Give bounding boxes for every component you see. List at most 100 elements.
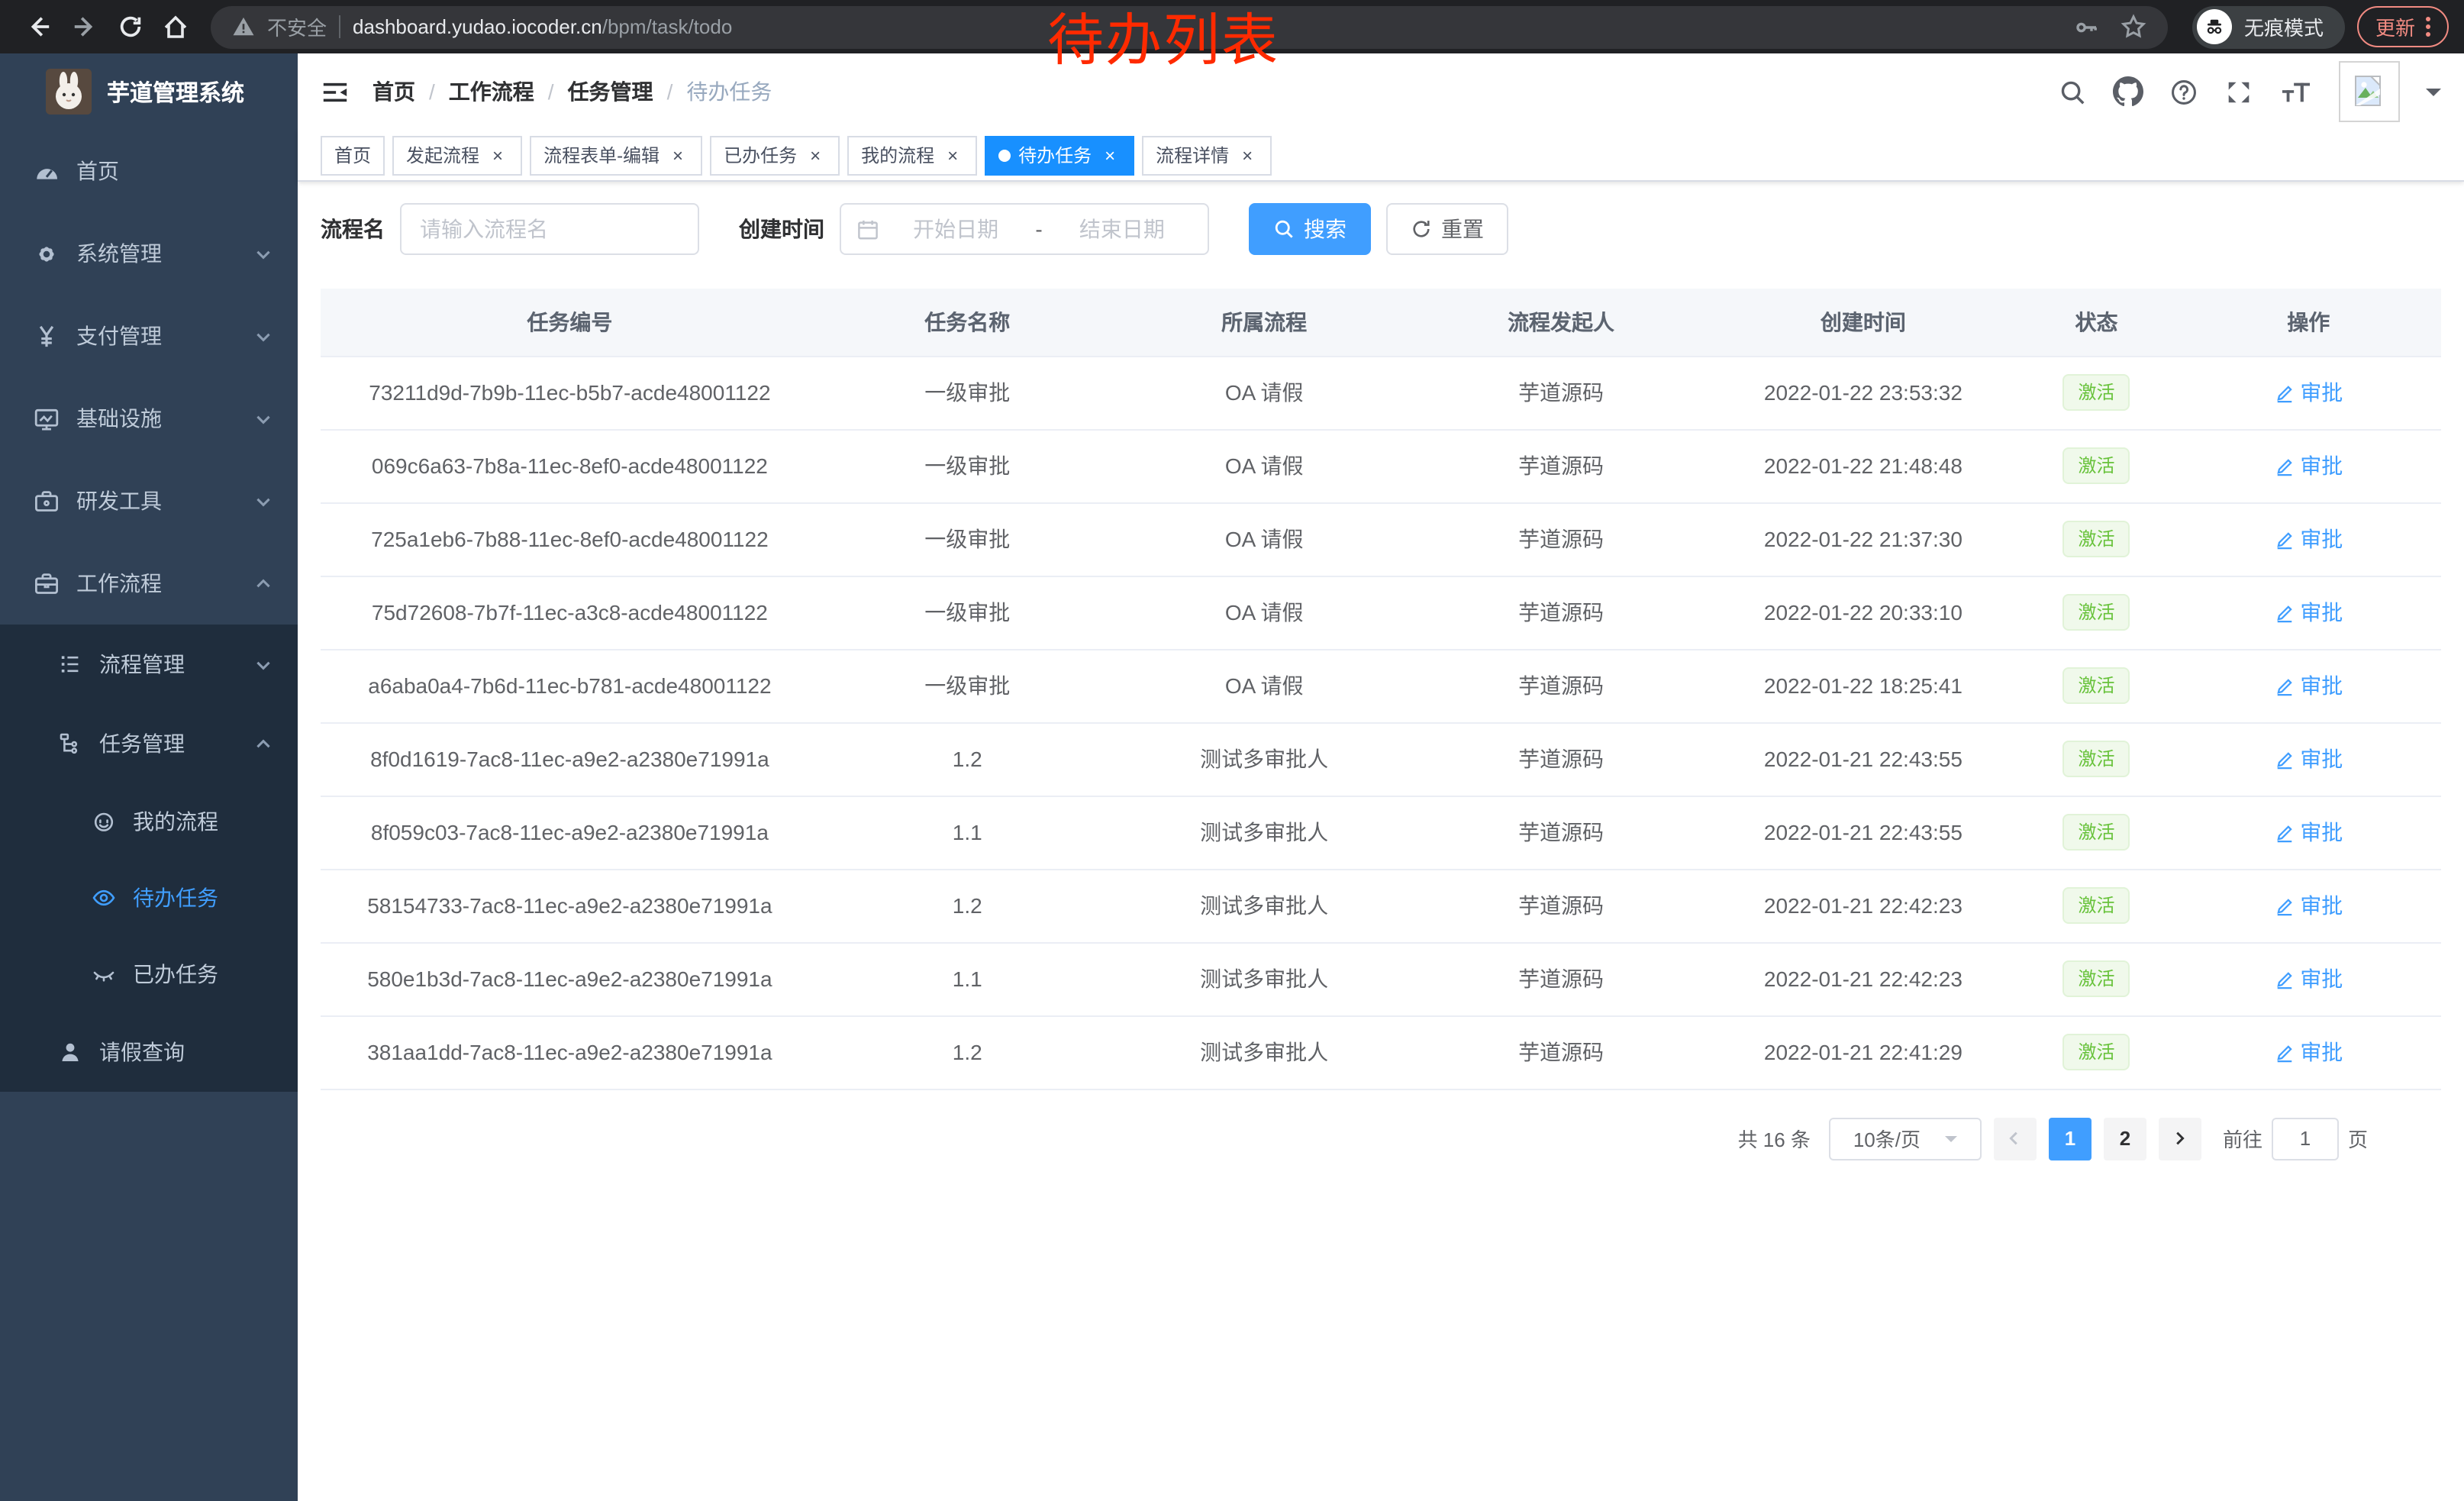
process-name-input[interactable] [400,203,699,255]
navbar: 首页 / 工作流程 / 任务管理 / 待办任务 [298,53,2464,130]
breadcrumb-workflow[interactable]: 工作流程 [449,76,534,107]
page-size-select[interactable]: 10条/页 [1829,1117,1982,1160]
approve-button[interactable]: 审批 [2274,524,2343,554]
goto-page-input[interactable] [2272,1117,2339,1160]
cell-starter: 芋道源码 [1413,502,1710,576]
sidebar-item-workflow[interactable]: 工作流程 [0,542,298,625]
breadcrumb-task-management[interactable]: 任务管理 [568,76,653,107]
header-search-button[interactable] [2058,77,2087,106]
sidebar-item-dev-tools[interactable]: 研发工具 [0,460,298,542]
browser-back-button[interactable] [15,4,61,50]
sidebar-item-system[interactable]: 系统管理 [0,212,298,295]
header-fullscreen-button[interactable] [2224,77,2253,106]
status-badge: 激活 [2062,594,2130,631]
cell-created: 2022-01-22 21:48:48 [1710,429,2017,502]
tab-start-process[interactable]: 发起流程 [392,135,522,175]
sidebar-item-my-process[interactable]: 我的流程 [0,783,298,860]
tab-close-icon[interactable] [667,144,689,166]
approve-button[interactable]: 审批 [2274,450,2343,481]
tab-close-icon[interactable] [487,144,508,166]
sidebar-item-task-management[interactable]: 任务管理 [0,704,298,783]
tab-done-tasks[interactable]: 已办任务 [710,135,840,175]
cell-task-id: 381aa1dd-7ac8-11ec-a9e2-a2380e71991a [321,1015,819,1089]
sidebar-item-label: 待办任务 [133,883,218,913]
sidebar-item-payment[interactable]: 支付管理 [0,295,298,377]
header-help-button[interactable] [2169,77,2198,106]
cell-starter: 芋道源码 [1413,722,1710,796]
tab-close-icon[interactable] [1099,144,1121,166]
browser-forward-button[interactable] [61,4,107,50]
approve-button[interactable]: 审批 [2274,597,2343,628]
address-bar[interactable]: 不安全 dashboard.yudao.iocoder.cn/bpm/task/… [211,5,2168,48]
col-task-name: 任务名称 [819,289,1116,356]
browser-update-button[interactable]: 更新 [2357,6,2449,47]
page-button-2[interactable]: 2 [2104,1117,2146,1160]
tab-close-icon[interactable] [942,144,963,166]
status-badge: 激活 [2062,521,2130,557]
browser-home-button[interactable] [153,4,198,50]
sidebar-item-infrastructure[interactable]: 基础设施 [0,377,298,460]
sidebar-item-done-tasks[interactable]: 已办任务 [0,936,298,1012]
app-logo[interactable]: 芋道管理系统 [0,53,298,130]
header-github-button[interactable] [2113,76,2143,107]
approve-button[interactable]: 审批 [2274,964,2343,994]
tab-close-icon[interactable] [805,144,826,166]
cell-starter: 芋道源码 [1413,869,1710,942]
sidebar-collapse-button[interactable] [321,77,350,106]
sidebar-item-home[interactable]: 首页 [0,130,298,212]
list-icon [58,652,82,676]
tab-my-process[interactable]: 我的流程 [847,135,977,175]
tab-process-detail[interactable]: 流程详情 [1142,135,1272,175]
password-key-icon[interactable] [2075,15,2099,39]
breadcrumb-home[interactable]: 首页 [373,76,415,107]
col-starter: 流程发起人 [1413,289,1710,356]
cell-created: 2022-01-22 18:25:41 [1710,649,2017,722]
avatar-dropdown-caret[interactable] [2426,89,2441,104]
approve-button[interactable]: 审批 [2274,890,2343,921]
header-font-size-button[interactable] [2279,77,2313,106]
tab-label: 待办任务 [1018,142,1092,168]
cell-process: OA 请假 [1116,356,1413,429]
approve-label: 审批 [2300,744,2343,774]
user-avatar[interactable] [2339,61,2400,122]
goto-page: 前往 页 [2223,1117,2368,1160]
reset-button[interactable]: 重置 [1386,203,1508,255]
cell-status: 激活 [2017,502,2175,576]
search-button[interactable]: 搜索 [1249,203,1371,255]
tab-label: 已办任务 [724,142,797,168]
cell-status: 激活 [2017,869,2175,942]
refresh-icon [1411,218,1432,240]
app-title: 芋道管理系统 [107,76,244,108]
approve-button[interactable]: 审批 [2274,670,2343,701]
approve-button[interactable]: 审批 [2274,744,2343,774]
prev-page-button[interactable] [1994,1117,2037,1160]
sidebar-item-leave-query[interactable]: 请假查询 [0,1012,298,1092]
bookmark-star-icon[interactable] [2121,14,2146,40]
status-badge: 激活 [2062,374,2130,411]
sidebar-item-todo-tasks[interactable]: 待办任务 [0,860,298,936]
not-secure-warning-icon [232,15,255,38]
tab-todo-tasks[interactable]: 待办任务 [985,135,1134,175]
calendar-icon [856,218,879,240]
approve-button[interactable]: 审批 [2274,817,2343,847]
approve-button[interactable]: 审批 [2274,377,2343,408]
tab-home[interactable]: 首页 [321,135,385,175]
sidebar-item-label: 基础设施 [76,403,162,434]
cell-status: 激活 [2017,356,2175,429]
sidebar-item-process-management[interactable]: 流程管理 [0,625,298,704]
url-path: /bpm/task/todo [602,15,733,38]
browser-menu-icon[interactable] [2426,17,2430,37]
browser-reload-button[interactable] [107,4,153,50]
tab-process-form-edit[interactable]: 流程表单-编辑 [530,135,702,175]
tab-label: 流程表单-编辑 [543,142,660,168]
briefcase-icon [34,570,60,596]
edit-pen-icon [2274,969,2294,989]
tab-close-icon[interactable] [1237,144,1258,166]
cell-actions: 审批 [2176,576,2441,649]
page-button-1[interactable]: 1 [2049,1117,2091,1160]
cell-actions: 审批 [2176,356,2441,429]
cell-created: 2022-01-21 22:42:23 [1710,942,2017,1015]
date-range-picker[interactable]: 开始日期 - 结束日期 [840,203,1209,255]
next-page-button[interactable] [2159,1117,2201,1160]
approve-button[interactable]: 审批 [2274,1037,2343,1067]
